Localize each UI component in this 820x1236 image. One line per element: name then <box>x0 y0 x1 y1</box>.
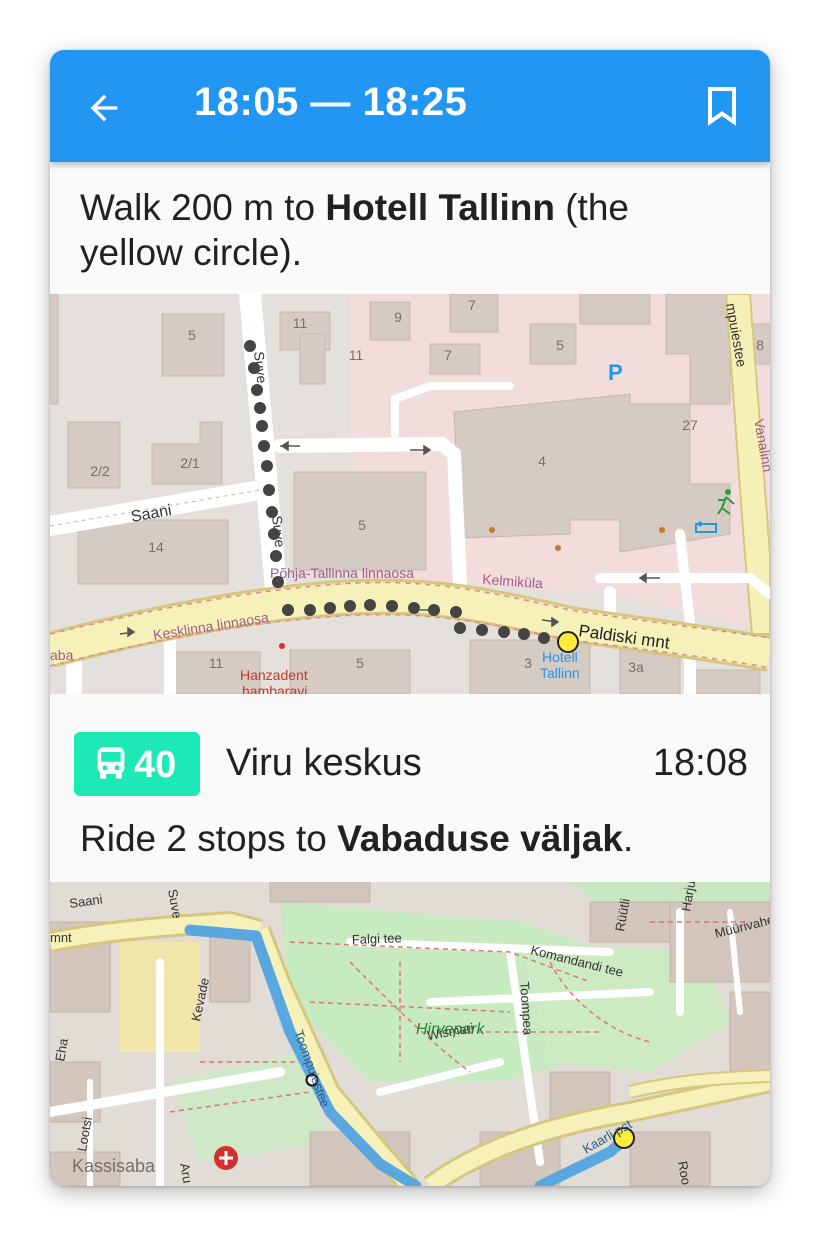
walk-instruction: Walk 200 m to Hotell Tallinn (the yellow… <box>80 185 720 275</box>
destination-marker[interactable] <box>557 631 579 653</box>
hospital-icon <box>214 1146 238 1170</box>
house-number: 3 <box>524 655 532 671</box>
house-number: 5 <box>556 337 564 353</box>
ride-instruction-prefix: Ride 2 stops to <box>80 818 338 859</box>
park-label: Hirvepark <box>416 1021 485 1038</box>
route-badge: 40 <box>74 732 200 796</box>
house-number: 8 <box>756 337 764 353</box>
house-number: 11 <box>349 347 364 363</box>
hotel-label: Hotell Tallinn <box>540 649 580 681</box>
poi-label: hambaravi <box>242 683 307 694</box>
district-label: Kassisaba <box>72 1156 156 1176</box>
poi-label: Hanzadent <box>240 667 308 683</box>
bus-icon <box>97 747 125 779</box>
route-number: 40 <box>134 744 177 786</box>
house-number: 7 <box>468 297 476 313</box>
arrow-back-icon[interactable] <box>84 88 124 128</box>
street-label: Falgi tee <box>352 930 402 947</box>
district-label: aba <box>50 647 74 663</box>
boarding-stop-name: Viru keskus <box>226 742 422 784</box>
house-number: 11 <box>293 315 308 331</box>
ride-instruction-suffix: . <box>623 818 634 859</box>
street-label: mnt <box>50 930 72 945</box>
house-number: 4 <box>538 453 546 469</box>
house-number: 5 <box>358 517 366 533</box>
house-number: 3a <box>628 659 644 675</box>
house-number: 11 <box>209 655 224 671</box>
transit-leg[interactable]: 40 Viru keskus 18:08 <box>50 728 770 800</box>
house-number: 5 <box>188 327 196 343</box>
bookmark-outline-icon[interactable] <box>706 86 738 126</box>
ride-instruction: Ride 2 stops to Vabaduse väljak. <box>80 816 720 861</box>
house-number: 5 <box>356 655 364 671</box>
house-number: 27 <box>682 417 698 433</box>
parking-icon: P <box>608 360 623 385</box>
walk-instruction-prefix: Walk 200 m to <box>80 187 326 228</box>
trip-time-range: 18:05 — 18:25 <box>194 80 468 124</box>
itinerary-screen: 18:05 — 18:25 Walk 200 m to Hotell Talli… <box>50 50 770 1186</box>
ride-destination: Vabaduse väljak <box>337 818 623 859</box>
house-number: 2/2 <box>90 463 110 479</box>
house-number: 9 <box>394 309 402 325</box>
walk-destination: Hotell Tallinn <box>325 187 555 228</box>
walk-map[interactable]: 5 11 9 7 11 7 5 8 27 4 2/2 2/1 14 5 11 5… <box>50 294 770 694</box>
house-number: 7 <box>444 347 452 363</box>
app-bar: 18:05 — 18:25 <box>50 50 770 162</box>
house-number: 2/1 <box>180 455 200 471</box>
house-number: 14 <box>148 539 164 555</box>
ride-map[interactable]: Saani Suve mnt Falgi tee Komandandi tee … <box>50 882 770 1186</box>
departure-time: 18:08 <box>652 742 748 784</box>
district-label: Põhja-Tallinna linnaosa <box>270 565 414 581</box>
